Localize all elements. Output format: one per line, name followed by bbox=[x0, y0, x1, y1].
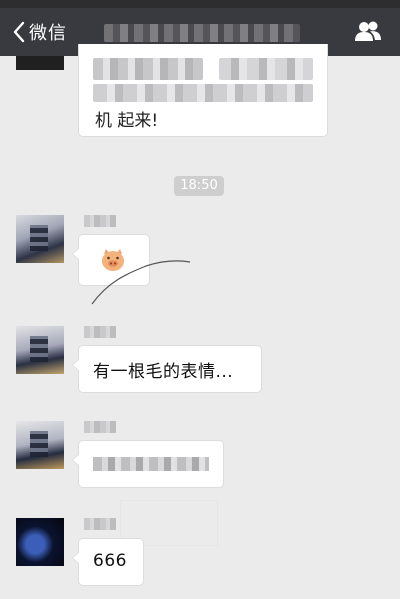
message-text: 有一根毛的表情... bbox=[93, 362, 234, 382]
redacted-text bbox=[93, 58, 203, 80]
contacts-icon[interactable] bbox=[354, 19, 382, 45]
redacted-text bbox=[93, 84, 313, 102]
status-bar bbox=[0, 0, 400, 8]
avatar[interactable] bbox=[16, 326, 64, 374]
chat-title-redacted bbox=[104, 24, 300, 42]
message-text: 机 起来! bbox=[95, 111, 159, 131]
avatar[interactable] bbox=[16, 518, 64, 566]
redacted-text bbox=[93, 457, 209, 471]
back-label: 微信 bbox=[29, 23, 67, 44]
message-bubble[interactable]: 机 起来! bbox=[78, 44, 328, 137]
nickname-redacted bbox=[84, 518, 116, 530]
avatar[interactable] bbox=[16, 56, 64, 70]
chevron-left-icon bbox=[13, 21, 25, 43]
nickname-redacted bbox=[84, 326, 116, 338]
message-bubble[interactable]: 666 bbox=[72, 538, 144, 586]
message-bubble[interactable]: 有一根毛的表情... bbox=[72, 345, 262, 393]
nickname-redacted bbox=[84, 421, 116, 433]
message-text: 666 bbox=[93, 551, 127, 571]
hair-stroke-drawing bbox=[91, 260, 191, 305]
back-button[interactable]: 微信 bbox=[12, 8, 67, 56]
timestamp: 18:50 bbox=[174, 176, 224, 196]
avatar[interactable] bbox=[16, 215, 64, 263]
avatar[interactable] bbox=[16, 421, 64, 469]
nickname-redacted bbox=[84, 215, 116, 227]
redacted-text bbox=[219, 58, 313, 80]
message-bubble[interactable] bbox=[72, 440, 224, 488]
